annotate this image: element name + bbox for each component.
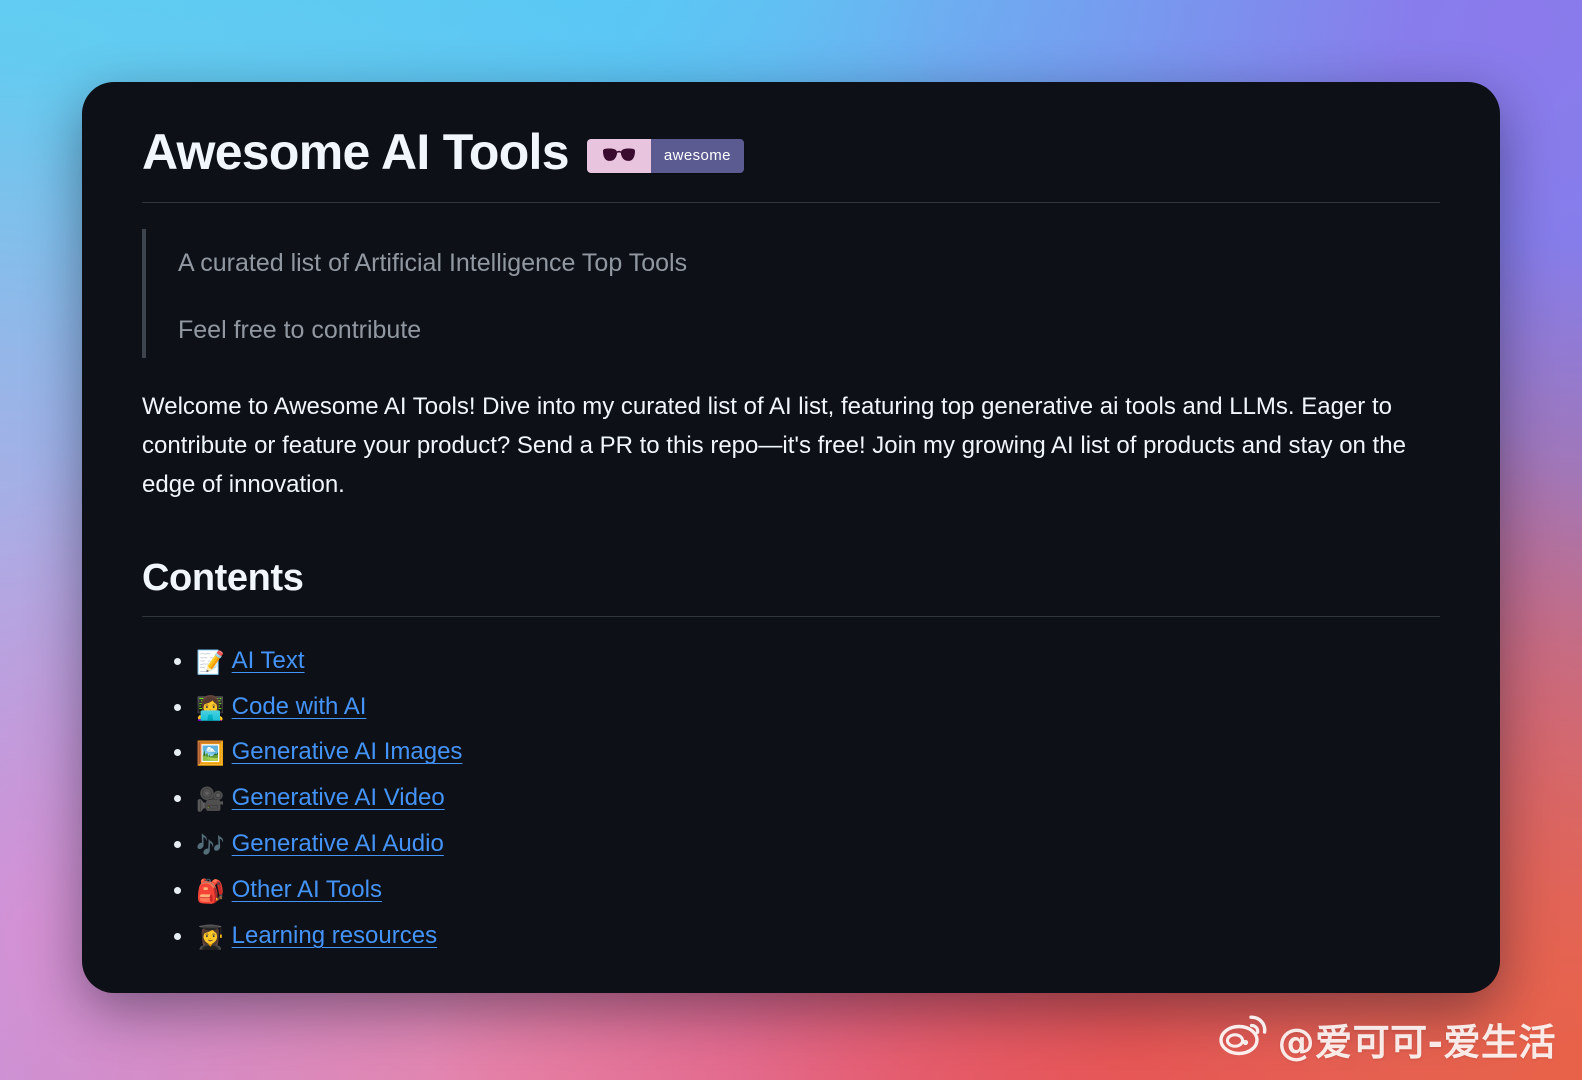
sunglasses-icon (586, 138, 651, 173)
awesome-badge-label: awesome (650, 138, 744, 173)
list-item: 🎒 Other AI Tools (142, 874, 1440, 908)
woman-student-icon: 👩‍🎓 (196, 924, 225, 951)
backpack-icon: 🎒 (196, 879, 225, 906)
musical-notes-icon: 🎶 (196, 833, 225, 860)
list-item: 🎥 Generative AI Video (142, 782, 1440, 816)
readme-card: Awesome AI Tools awesome A curated list … (82, 82, 1500, 993)
list-item: 👩‍🎓 Learning resources (142, 920, 1440, 954)
framed-picture-icon: 🖼️ (196, 741, 225, 768)
toc-link-generative-ai-audio[interactable]: Generative AI Audio (232, 830, 444, 857)
blockquote-line-1: A curated list of Artificial Intelligenc… (178, 248, 688, 277)
page-title: Awesome AI Tools (142, 124, 570, 180)
weibo-watermark: @爱可可-爱生活 (1218, 1012, 1556, 1066)
toc-link-ai-text[interactable]: AI Text (232, 647, 305, 674)
toc-link-generative-ai-images[interactable]: Generative AI Images (232, 738, 463, 765)
toc-link-other-ai-tools[interactable]: Other AI Tools (232, 876, 382, 903)
toc-link-code-with-ai[interactable]: Code with AI (232, 693, 367, 720)
list-item: 📝 AI Text (142, 645, 1440, 679)
movie-camera-icon: 🎥 (196, 787, 225, 814)
toc-link-generative-ai-video[interactable]: Generative AI Video (232, 784, 445, 811)
contents-divider (142, 615, 1440, 617)
intro-paragraph: Welcome to Awesome AI Tools! Dive into m… (142, 393, 1406, 498)
list-item: 👩‍💻 Code with AI (142, 691, 1440, 725)
list-item: 🖼️ Generative AI Images (142, 736, 1440, 770)
memo-icon: 📝 (196, 649, 225, 676)
blockquote-line-2: Feel free to contribute (178, 316, 422, 345)
woman-technologist-icon: 👩‍💻 (196, 695, 225, 722)
title-row: Awesome AI Tools awesome (142, 124, 1440, 196)
toc-link-learning-resources[interactable]: Learning resources (232, 922, 437, 949)
awesome-badge[interactable]: awesome (586, 138, 744, 173)
weibo-watermark-text: @爱可可-爱生活 (1277, 1021, 1556, 1064)
weibo-logo-icon (1218, 1014, 1268, 1065)
contents-list: 📝 AI Text 👩‍💻 Code with AI 🖼️ Generative AI… (142, 645, 1440, 954)
list-item: 🎶 Generative AI Audio (142, 828, 1440, 862)
title-divider (142, 201, 1440, 203)
blockquote: A curated list of Artificial Intelligenc… (142, 228, 1440, 358)
contents-heading: Contents (142, 556, 304, 599)
